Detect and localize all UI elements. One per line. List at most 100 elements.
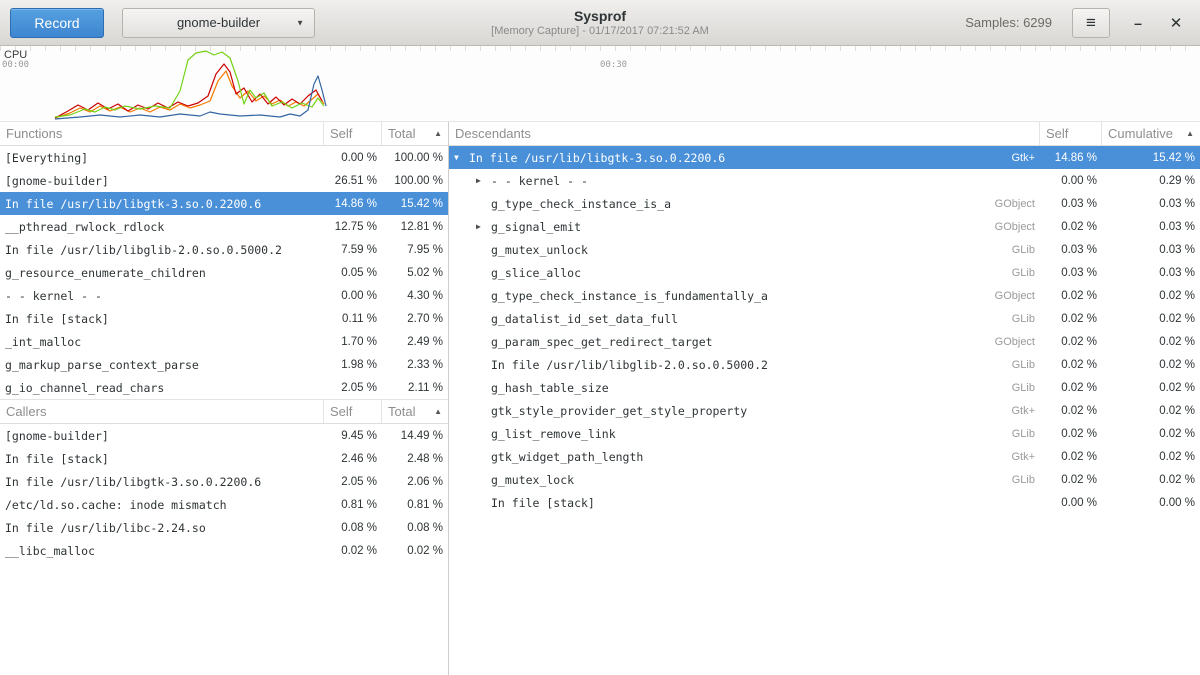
library-badge: Gtk+ [1001,152,1035,164]
functions-table: Functions Self Total ▲ [Everything]0.00 … [0,122,448,399]
total-percent: 2.49 % [382,336,448,348]
window-title: Sysprof [574,8,626,25]
table-row[interactable]: g_param_spec_get_redirect_targetGObject0… [449,330,1200,353]
column-header-cumulative[interactable]: Cumulative ▲ [1102,122,1200,145]
table-row[interactable]: g_slice_allocGLib0.03 %0.03 % [449,261,1200,284]
self-percent: 0.02 % [1040,290,1102,302]
cumulative-percent: 15.42 % [1102,152,1200,164]
library-badge: GLib [1002,313,1035,325]
table-row[interactable]: In file /usr/lib/libglib-2.0.so.0.5000.2… [0,238,448,261]
table-row[interactable]: _int_malloc1.70 %2.49 % [0,330,448,353]
function-name: gtk_style_provider_get_style_property [491,404,747,418]
self-percent: 1.70 % [324,336,382,348]
function-name: g_resource_enumerate_children [0,266,324,280]
library-badge: GLib [1002,428,1035,440]
table-row[interactable]: [gnome-builder]9.45 %14.49 % [0,424,448,447]
function-name: g_param_spec_get_redirect_target [491,335,713,349]
table-row[interactable]: ▼In file /usr/lib/libgtk-3.so.0.2200.6Gt… [449,146,1200,169]
column-header-total[interactable]: Total ▲ [382,400,448,423]
descendant-name-cell: g_type_check_instance_is_aGObject [449,197,1040,211]
table-row[interactable]: In file /usr/lib/libc-2.24.so0.08 %0.08 … [0,516,448,539]
table-row[interactable]: ▶g_signal_emitGObject0.02 %0.03 % [449,215,1200,238]
cumulative-percent: 0.02 % [1102,451,1200,463]
function-name: _int_malloc [0,335,324,349]
table-row[interactable]: In file /usr/lib/libglib-2.0.so.0.5000.2… [449,353,1200,376]
table-row[interactable]: In file [stack]0.00 %0.00 % [449,491,1200,514]
table-row[interactable]: g_type_check_instance_is_fundamentally_a… [449,284,1200,307]
column-header-descendants[interactable]: Descendants [449,122,1040,145]
cumulative-percent: 0.02 % [1102,290,1200,302]
self-percent: 7.59 % [324,244,382,256]
minimize-button[interactable]: – [1124,8,1152,38]
table-row[interactable]: [Everything]0.00 %100.00 % [0,146,448,169]
header-bar: Record gnome-builder ▼ Sysprof [Memory C… [0,0,1200,46]
library-badge: GObject [985,336,1035,348]
table-row[interactable]: gtk_widget_path_lengthGtk+0.02 %0.02 % [449,445,1200,468]
self-percent: 14.86 % [324,198,382,210]
table-row[interactable]: __libc_malloc0.02 %0.02 % [0,539,448,562]
table-row[interactable]: In file /usr/lib/libgtk-3.so.0.2200.614.… [0,192,448,215]
descendant-name-cell: g_hash_table_sizeGLib [449,381,1040,395]
cumulative-percent: 0.03 % [1102,221,1200,233]
column-label: Total [388,126,415,141]
function-name: g_slice_alloc [491,266,581,280]
column-header-self[interactable]: Self [324,400,382,423]
close-button[interactable]: ✕ [1162,8,1190,38]
function-name: g_list_remove_link [491,427,616,441]
column-header-callers[interactable]: Callers [0,400,324,423]
total-percent: 15.42 % [382,198,448,210]
table-row[interactable]: - - kernel - -0.00 %4.30 % [0,284,448,307]
table-row[interactable]: g_datalist_id_set_data_fullGLib0.02 %0.0… [449,307,1200,330]
total-percent: 100.00 % [382,175,448,187]
function-name: __libc_malloc [0,544,324,558]
table-row[interactable]: g_type_check_instance_is_aGObject0.03 %0… [449,192,1200,215]
cumulative-percent: 0.02 % [1102,359,1200,371]
column-header-self[interactable]: Self [324,122,382,145]
table-row[interactable]: ▶- - kernel - -0.00 %0.29 % [449,169,1200,192]
table-row[interactable]: g_hash_table_sizeGLib0.02 %0.02 % [449,376,1200,399]
descendant-name-cell: ▶- - kernel - - [449,174,1040,188]
descendant-name-cell: ▶g_signal_emitGObject [449,220,1040,234]
cumulative-percent: 0.02 % [1102,313,1200,325]
descendant-name-cell: g_mutex_unlockGLib [449,243,1040,257]
table-row[interactable]: g_list_remove_linkGLib0.02 %0.02 % [449,422,1200,445]
column-header-self[interactable]: Self [1040,122,1102,145]
column-header-total[interactable]: Total ▲ [382,122,448,145]
table-row[interactable]: In file [stack]2.46 %2.48 % [0,447,448,470]
self-percent: 14.86 % [1040,152,1102,164]
cpu-series-orange [55,71,324,118]
column-header-functions[interactable]: Functions [0,122,324,145]
column-label: Functions [6,126,62,141]
descendants-rows: ▼In file /usr/lib/libgtk-3.so.0.2200.6Gt… [449,146,1200,514]
expander-icon[interactable]: ▶ [476,176,491,185]
table-row[interactable]: g_markup_parse_context_parse1.98 %2.33 % [0,353,448,376]
expander-icon[interactable]: ▼ [454,153,469,162]
function-name: g_type_check_instance_is_fundamentally_a [491,289,768,303]
library-badge: GObject [985,221,1035,233]
record-button[interactable]: Record [10,8,104,38]
table-row[interactable]: g_mutex_unlockGLib0.03 %0.03 % [449,238,1200,261]
table-row[interactable]: gtk_style_provider_get_style_propertyGtk… [449,399,1200,422]
function-name: g_markup_parse_context_parse [0,358,324,372]
cpu-series-blue [55,76,326,119]
self-percent: 0.11 % [324,313,382,325]
profile-dropdown[interactable]: gnome-builder ▼ [122,8,315,38]
expander-icon[interactable]: ▶ [476,222,491,231]
table-row[interactable]: In file [stack]0.11 %2.70 % [0,307,448,330]
cumulative-percent: 0.29 % [1102,175,1200,187]
cpu-series-red [55,64,322,118]
table-row[interactable]: [gnome-builder]26.51 %100.00 % [0,169,448,192]
table-row[interactable]: g_mutex_lockGLib0.02 %0.02 % [449,468,1200,491]
sysprof-window: Record gnome-builder ▼ Sysprof [Memory C… [0,0,1200,675]
table-row[interactable]: /etc/ld.so.cache: inode mismatch0.81 %0.… [0,493,448,516]
table-row[interactable]: g_resource_enumerate_children0.05 %5.02 … [0,261,448,284]
cpu-timeline[interactable]: CPU 00:00 00:30 [0,46,1200,122]
callers-table: Callers Self Total ▲ [gnome-builder]9.45… [0,399,448,562]
table-row[interactable]: g_io_channel_read_chars2.05 %2.11 % [0,376,448,399]
table-row[interactable]: __pthread_rwlock_rdlock12.75 %12.81 % [0,215,448,238]
self-percent: 0.00 % [324,152,382,164]
menu-button[interactable]: ≡ [1072,8,1110,38]
library-badge: GLib [1002,244,1035,256]
total-percent: 0.81 % [382,499,448,511]
table-row[interactable]: In file /usr/lib/libgtk-3.so.0.2200.62.0… [0,470,448,493]
